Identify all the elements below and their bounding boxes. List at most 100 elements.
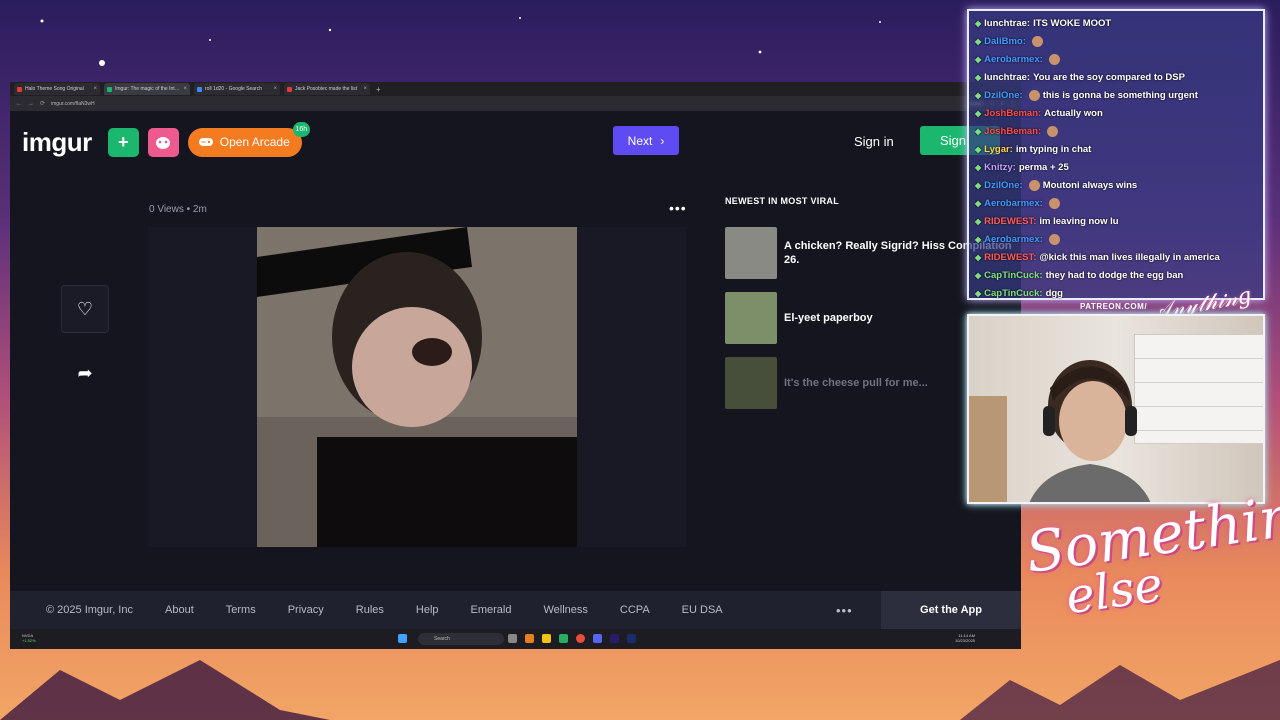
imgur-logo[interactable]: imgur bbox=[22, 127, 92, 158]
tab-favicon bbox=[287, 86, 292, 92]
chat-message: ◆ Aerobarmex: bbox=[975, 194, 1257, 212]
tab-close-icon[interactable]: × bbox=[183, 86, 187, 92]
chat-username[interactable]: JoshBeman: bbox=[984, 108, 1041, 119]
chat-username[interactable]: CapTinCuck: bbox=[984, 270, 1042, 281]
footer-link[interactable]: Privacy bbox=[288, 604, 324, 616]
streamer bbox=[1029, 360, 1151, 502]
chat-username[interactable]: DzilOne: bbox=[984, 90, 1023, 101]
clock[interactable]: 11:14 AM 10/23/2025 bbox=[955, 633, 975, 643]
mascot-button[interactable] bbox=[147, 127, 179, 157]
chevron-right-icon: › bbox=[660, 133, 665, 148]
taskview-icon[interactable] bbox=[508, 634, 517, 643]
chat-username[interactable]: CapTinCuck: bbox=[984, 288, 1042, 299]
chat-username[interactable]: Lygar: bbox=[984, 144, 1013, 155]
footer-link[interactable]: Help bbox=[416, 604, 439, 616]
forward-icon[interactable]: → bbox=[28, 101, 34, 107]
footer-link[interactable]: CCPA bbox=[620, 604, 650, 616]
browser-tab[interactable]: Jack Posobiec made the list × bbox=[284, 83, 370, 95]
chat-username[interactable]: RIDEWEST: bbox=[984, 216, 1036, 227]
get-app-button[interactable]: Get the App bbox=[881, 591, 1021, 629]
chat-text: im typing in chat bbox=[1015, 143, 1092, 155]
emote-icon bbox=[1047, 125, 1059, 137]
post-image[interactable] bbox=[257, 227, 577, 547]
browser-tab[interactable]: Imgur: The magic of the Internet × bbox=[104, 83, 190, 95]
chrome-icon[interactable] bbox=[576, 634, 585, 643]
media-encoder-icon[interactable] bbox=[627, 634, 636, 643]
chat-overlay: ◆ lunchtrae: ITS WOKE MOOT ◆ DaliBmo: ◆ A… bbox=[967, 9, 1265, 300]
channel-logo: Something else bbox=[1022, 479, 1280, 625]
chat-username[interactable]: RIDEWEST: bbox=[984, 252, 1036, 263]
tab-title: roll 1d20 - Google Search bbox=[205, 86, 262, 92]
chat-username[interactable]: lunchtrae: bbox=[984, 72, 1030, 83]
badge-icon: ◆ bbox=[975, 234, 982, 244]
footer-link[interactable]: Terms bbox=[226, 604, 256, 616]
mascot-icon bbox=[156, 137, 171, 149]
favorite-button[interactable]: ♡ bbox=[61, 285, 109, 333]
share-button[interactable]: ➦ bbox=[61, 349, 109, 397]
app-icon[interactable] bbox=[559, 634, 568, 643]
badge-icon: ◆ bbox=[975, 54, 982, 64]
tab-close-icon[interactable]: × bbox=[93, 86, 97, 92]
url-field[interactable]: imgur.com/fIaN3wH bbox=[51, 101, 961, 107]
badge-icon: ◆ bbox=[975, 288, 982, 298]
back-icon[interactable]: ← bbox=[16, 101, 22, 107]
stock-change: +1.52% bbox=[22, 638, 36, 643]
footer-link[interactable]: About bbox=[165, 604, 194, 616]
reload-icon[interactable]: ⟳ bbox=[40, 100, 45, 107]
badge-icon: ◆ bbox=[975, 36, 982, 46]
chat-username[interactable]: Aerobarmex: bbox=[984, 54, 1043, 65]
premiere-icon[interactable] bbox=[610, 634, 619, 643]
chat-text: they had to dodge the egg ban bbox=[1045, 269, 1184, 281]
discord-icon[interactable] bbox=[593, 634, 602, 643]
tab-title: Halo Theme Song Original bbox=[25, 86, 84, 92]
footer-link[interactable]: Wellness bbox=[543, 604, 587, 616]
tab-bar: Halo Theme Song Original × Imgur: The ma… bbox=[10, 82, 1021, 96]
new-tab-icon[interactable]: + bbox=[376, 85, 381, 94]
chat-text: perma + 25 bbox=[1018, 161, 1069, 173]
footer-link[interactable]: Emerald bbox=[471, 604, 512, 616]
stock-widget[interactable]: NVDA +1.52% bbox=[22, 633, 36, 643]
firefox-icon[interactable] bbox=[525, 634, 534, 643]
viral-title: It's the cheese pull for me... bbox=[784, 377, 928, 389]
chat-username[interactable]: DaliBmo: bbox=[984, 36, 1026, 47]
post-image-graphic bbox=[257, 227, 577, 547]
chat-message: ◆ CapTinCuck: they had to dodge the egg … bbox=[975, 266, 1257, 284]
new-post-button[interactable]: + bbox=[107, 127, 139, 157]
plus-icon: + bbox=[117, 131, 129, 152]
chat-message: ◆ Aerobarmex: bbox=[975, 230, 1257, 248]
chat-text: im leaving now lu bbox=[1039, 215, 1119, 227]
footer-link[interactable]: EU DSA bbox=[682, 604, 723, 616]
chat-message: ◆ lunchtrae: ITS WOKE MOOT bbox=[975, 14, 1257, 32]
chat-message: ◆ DzilOne: Moutoni always wins bbox=[975, 176, 1257, 194]
windows-taskbar: NVDA +1.52% Search 11:14 AM 10/23/2025 bbox=[10, 629, 1021, 649]
chat-username[interactable]: lunchtrae: bbox=[984, 18, 1030, 29]
footer-link[interactable]: Rules bbox=[356, 604, 384, 616]
open-arcade-button[interactable]: Open Arcade 16h bbox=[187, 121, 310, 157]
tab-close-icon[interactable]: × bbox=[363, 86, 367, 92]
chat-username[interactable]: Knitzy: bbox=[984, 162, 1016, 173]
windows-start-icon[interactable] bbox=[398, 634, 407, 643]
arcade-label: Open Arcade bbox=[219, 135, 290, 149]
viral-thumbnail bbox=[725, 227, 777, 279]
taskbar-search[interactable]: Search bbox=[418, 633, 504, 645]
folder-icon[interactable] bbox=[542, 634, 551, 643]
chat-username[interactable]: Aerobarmex: bbox=[984, 198, 1043, 209]
emote-icon bbox=[1048, 197, 1060, 209]
footer-more-icon[interactable]: ••• bbox=[836, 603, 853, 618]
chat-message: ◆ RIDEWEST: im leaving now lu bbox=[975, 212, 1257, 230]
chat-username[interactable]: DzilOne: bbox=[984, 180, 1023, 191]
sign-in-link[interactable]: Sign in bbox=[854, 134, 894, 149]
emote-icon bbox=[1028, 179, 1040, 191]
chat-username[interactable]: JoshBeman: bbox=[984, 126, 1041, 137]
browser-tab[interactable]: roll 1d20 - Google Search × bbox=[194, 83, 280, 95]
chat-text: Moutoni always wins bbox=[1042, 179, 1138, 191]
post-options-icon[interactable]: ••• bbox=[669, 200, 687, 216]
browser-tab[interactable]: Halo Theme Song Original × bbox=[14, 83, 100, 95]
badge-icon: ◆ bbox=[975, 144, 982, 154]
next-label: Next bbox=[627, 133, 653, 148]
chat-message: ◆ lunchtrae: You are the soy compared to… bbox=[975, 68, 1257, 86]
tab-close-icon[interactable]: × bbox=[273, 86, 277, 92]
chat-username[interactable]: Aerobarmex: bbox=[984, 234, 1043, 245]
next-button[interactable]: Next › bbox=[613, 126, 679, 155]
chat-text: You are the soy compared to DSP bbox=[1033, 71, 1185, 83]
